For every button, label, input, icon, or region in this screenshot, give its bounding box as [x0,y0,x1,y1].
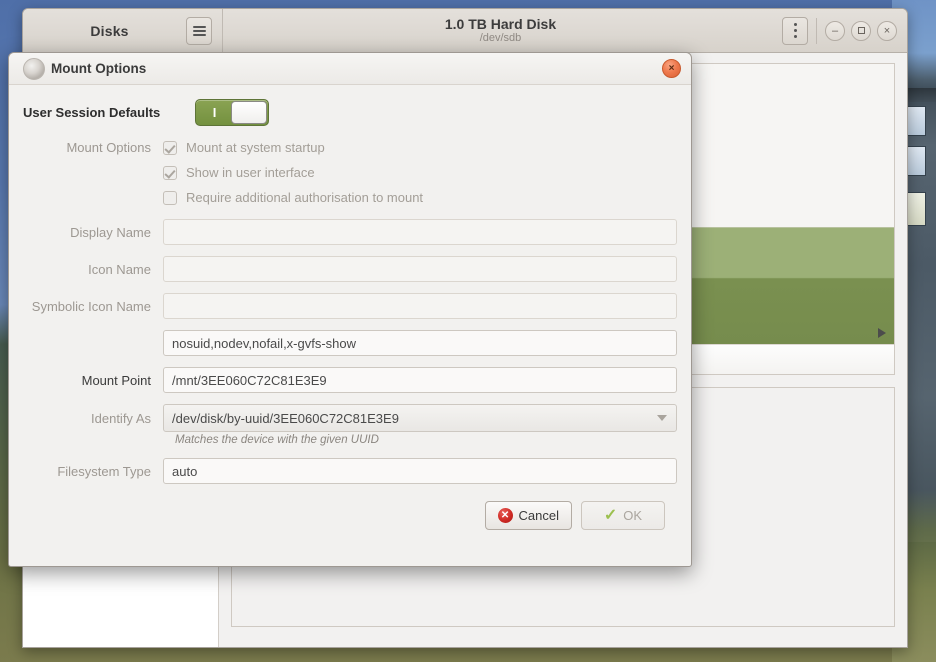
dialog-button-bar: ✕ Cancel ✓ OK [23,495,677,530]
show-in-user-interface-label: Show in user interface [186,165,315,180]
display-name-row: Display Name [23,219,677,245]
mount-at-startup-checkbox[interactable] [163,140,177,155]
show-in-user-interface-row: Show in user interface [23,165,677,180]
mount-point-input[interactable] [163,367,677,393]
mount-point-row: Mount Point [23,367,677,393]
mount-options-string-row [23,330,677,356]
identify-as-hint: Matches the device with the given UUID [175,434,379,446]
disk-icon [23,57,45,80]
chevron-down-icon [657,415,667,421]
app-title: Disks [90,22,129,39]
error-circle-icon: ✕ [497,508,513,523]
cancel-button-label: Cancel [518,508,559,523]
cancel-button[interactable]: ✕ Cancel [484,501,572,530]
header-separator [816,17,817,44]
symbolic-icon-name-label: Symbolic Icon Name [31,298,151,314]
mount-options-label: Mount Options [66,140,151,155]
dialog-title: Mount Options [51,61,147,76]
play-triangle-icon [878,328,886,338]
window-header-bar: Disks 1.0 TB Hard Disk /dev/sdb – × [23,9,907,53]
ok-button-label: OK [623,508,643,523]
ok-button[interactable]: ✓ OK [581,501,665,530]
maximize-button[interactable] [851,20,871,41]
header-center-section: 1.0 TB Hard Disk /dev/sdb [223,16,778,45]
user-session-defaults-row: User Session Defaults I [23,99,677,126]
dialog-title-bar: Mount Options × [9,53,691,85]
identify-as-label: Identify As [91,410,151,426]
symbolic-icon-name-row: Symbolic Icon Name [23,293,677,319]
require-authorisation-checkbox[interactable] [163,190,177,205]
icon-name-input[interactable] [163,256,677,282]
symbolic-icon-name-input[interactable] [163,293,677,319]
display-name-label: Display Name [70,224,151,240]
toggle-knob [231,101,267,124]
identify-as-combobox[interactable]: /dev/disk/by-uuid/3EE060C72C81E3E9 [163,404,677,432]
show-in-user-interface-checkbox[interactable] [163,165,177,180]
header-right-section: – × [778,16,907,45]
mount-at-startup-label: Mount at system startup [186,140,325,155]
filesystem-type-input[interactable] [163,458,677,484]
require-authorisation-row: Require additional authorisation to moun… [23,190,677,205]
mount-options-dialog: Mount Options × User Session Defaults I … [8,52,692,567]
device-subtitle: /dev/sdb [479,32,522,45]
identify-as-row: Identify As /dev/disk/by-uuid/3EE060C72C… [23,404,677,432]
hamburger-menu-icon [192,24,206,38]
display-name-input[interactable] [163,219,677,245]
filesystem-type-row: Filesystem Type [23,458,677,484]
user-session-defaults-label: User Session Defaults [23,105,161,120]
device-title: 1.0 TB Hard Disk [444,16,557,33]
dialog-body: User Session Defaults I Mount Options Mo… [9,85,691,530]
identify-as-value: /dev/disk/by-uuid/3EE060C72C81E3E9 [172,410,399,426]
icon-name-label: Icon Name [88,261,151,277]
mount-options-string-input[interactable] [163,330,677,356]
check-icon: ✓ [603,506,618,524]
minimize-button[interactable]: – [825,20,845,41]
hamburger-menu-button[interactable] [186,16,212,45]
maximize-icon [857,27,865,35]
toggle-on-marker: I [212,105,217,120]
icon-name-row: Icon Name [23,256,677,282]
dialog-close-button[interactable]: × [662,59,681,78]
vertical-dots-icon [793,23,797,38]
mount-point-label: Mount Point [81,372,151,388]
kebab-menu-button[interactable] [782,16,808,45]
header-left-section: Disks [23,9,223,52]
filesystem-type-label: Filesystem Type [57,463,151,479]
user-session-defaults-toggle[interactable]: I [195,99,269,126]
require-authorisation-label: Require additional authorisation to moun… [186,190,424,205]
mount-at-startup-row: Mount Options Mount at system startup [23,140,677,155]
close-button[interactable]: × [877,20,897,41]
